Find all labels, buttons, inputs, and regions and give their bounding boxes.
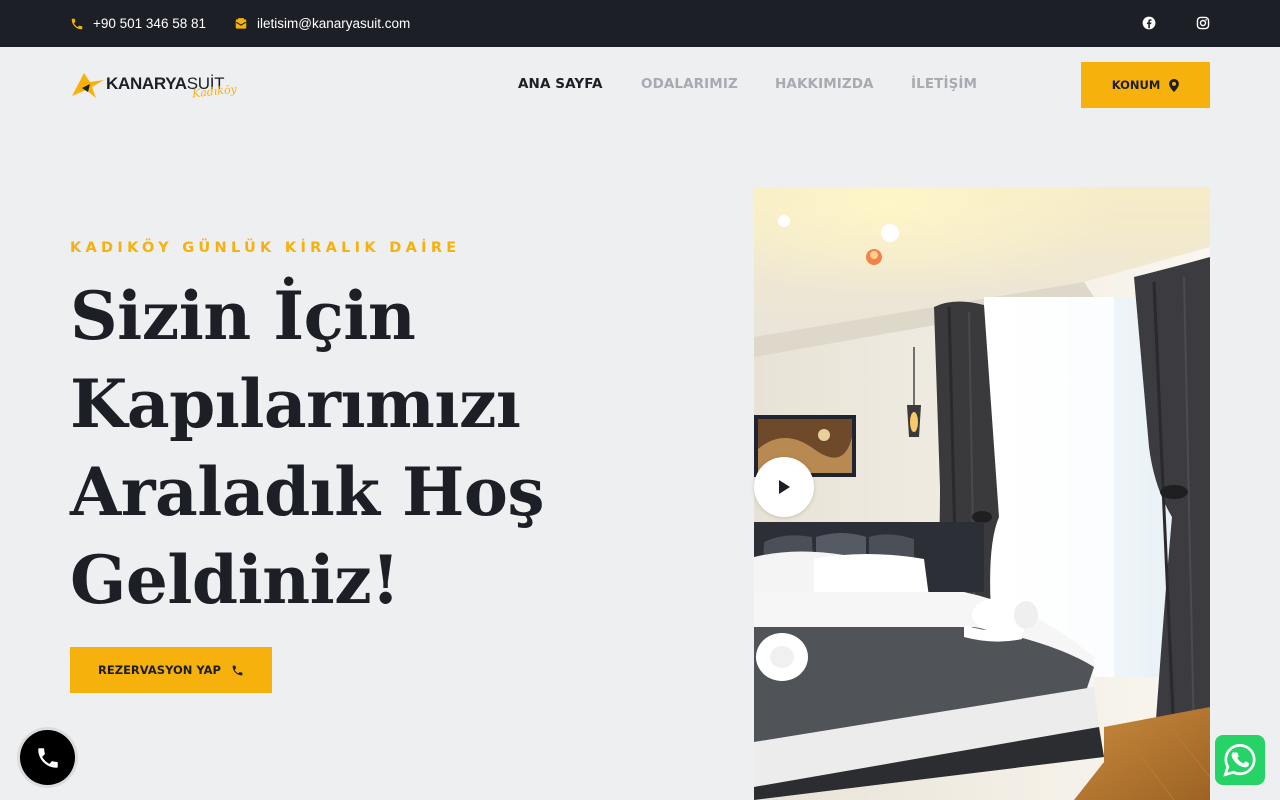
floating-call-button[interactable] — [20, 730, 75, 785]
nav-item-iletisim[interactable]: İLETİŞİM — [911, 76, 977, 92]
reservation-button[interactable]: REZERVASYON YAP — [70, 647, 272, 693]
map-pin-icon — [1169, 78, 1180, 92]
nav-item-ana-sayfa[interactable]: ANA SAYFA — [518, 76, 603, 92]
phone-icon — [37, 747, 58, 768]
whatsapp-button[interactable] — [1215, 735, 1265, 785]
topbar-email-link[interactable]: iletisim@kanaryasuit.com — [234, 0, 410, 47]
headline-line: Kapılarımızı — [70, 365, 521, 443]
top-bar: +90 501 346 58 81 iletisim@kanaryasuit.c… — [0, 0, 1280, 47]
instagram-icon[interactable] — [1196, 16, 1210, 30]
bedroom-illustration — [754, 187, 1210, 800]
phone-icon — [232, 665, 243, 675]
hero-headline: Sizin İçin Kapılarımızı Araladık Hoş Gel… — [70, 272, 590, 624]
canary-logo-icon — [72, 73, 104, 98]
location-button[interactable]: KONUM — [1081, 62, 1210, 108]
nav-item-hakkimizda[interactable]: HAKKIMIZDA — [775, 76, 874, 92]
topbar-phone-text: +90 501 346 58 81 — [93, 16, 206, 31]
whatsapp-icon — [1223, 744, 1256, 777]
nav-item-odalarimiz[interactable]: ODALARIMIZ — [641, 76, 738, 92]
phone-icon — [71, 18, 83, 29]
reservation-button-label: REZERVASYON YAP — [98, 663, 221, 677]
topbar-phone-link[interactable]: +90 501 346 58 81 — [70, 0, 206, 47]
topbar-email-text: iletisim@kanaryasuit.com — [257, 16, 411, 31]
bedroom-photo — [754, 187, 1210, 800]
headline-line: Sizin İçin — [70, 277, 416, 355]
location-button-label: KONUM — [1111, 78, 1161, 92]
site-logo[interactable]: KANARYASUİT Kadıköy — [70, 68, 245, 104]
headline-line: Geldiniz! — [70, 541, 400, 619]
facebook-icon[interactable] — [1142, 16, 1156, 30]
logo-brand: KANARYA — [106, 74, 187, 93]
headline-line: Araladık Hoş — [70, 453, 545, 531]
mail-icon — [235, 17, 247, 29]
video-play-button[interactable] — [754, 457, 814, 517]
play-icon — [779, 480, 790, 494]
hero-eyebrow: KADIKÖY GÜNLÜK KİRALIK DAİRE — [70, 240, 461, 256]
